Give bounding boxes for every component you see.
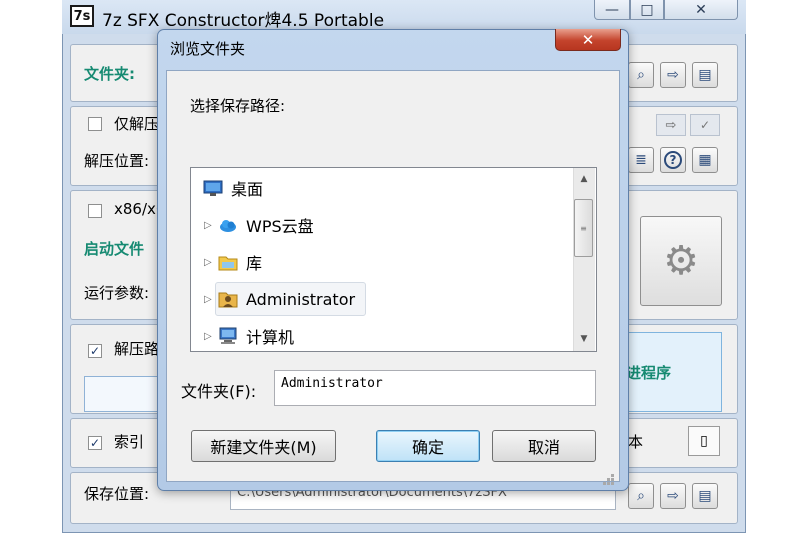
list-button[interactable]: ≣ (628, 147, 654, 173)
tree-item-label: 库 (246, 254, 263, 273)
folder-label: 文件夹: (84, 65, 135, 83)
search-folder-icon: ⌕ (637, 67, 645, 83)
save-arrow-button[interactable]: ⇨ (660, 483, 686, 509)
browse-folder-button[interactable]: ⌕ (628, 62, 654, 88)
folder-field-input[interactable]: Administrator (274, 370, 596, 406)
tree-item-administrator[interactable]: Administrator (218, 285, 355, 313)
grid-icon: ▦ (698, 152, 712, 168)
gears-icon: ⚙ (663, 238, 699, 284)
expand-arrow-icon[interactable]: ▷ (204, 331, 212, 342)
library-icon (218, 253, 238, 271)
save-open-button[interactable]: ▤ (692, 483, 718, 509)
scroll-down-arrow-icon[interactable]: ▼ (573, 329, 595, 349)
tree-item-label: 桌面 (231, 180, 264, 199)
run-params-label: 运行参数: (84, 284, 150, 302)
arch-checkbox[interactable] (88, 204, 102, 218)
ok-button[interactable]: 确定 (376, 430, 480, 462)
scroll-up-arrow-icon[interactable]: ▲ (573, 169, 595, 189)
user-folder-icon (218, 290, 238, 308)
extract-only-label: 仅解压 (114, 115, 160, 133)
folder-icon: ▤ (698, 67, 712, 83)
confirm-small-button[interactable]: ✓ (690, 114, 720, 136)
tree-item-desktop[interactable]: 桌面 (203, 174, 263, 202)
tree-item-computer[interactable]: 计算机 (218, 322, 294, 350)
tree-item-library[interactable]: 库 (218, 248, 262, 276)
arrow-right-icon: ⇨ (665, 117, 677, 133)
main-close-button[interactable]: ✕ (664, 0, 738, 20)
tree-item-label: Administrator (246, 289, 356, 309)
program-files-button[interactable]: ▦ (692, 147, 718, 173)
folder-field-label: 文件夹(F): (181, 382, 257, 401)
dialog-close-button[interactable]: ✕ (555, 29, 621, 51)
expand-arrow-icon[interactable]: ▷ (204, 294, 212, 305)
desktop-icon (203, 179, 223, 197)
save-location-label: 保存位置: (84, 485, 150, 503)
arrow-right-icon: ⇨ (667, 67, 679, 83)
tree-scrollbar[interactable] (573, 168, 595, 351)
index-checkbox[interactable]: ✓ (88, 436, 102, 450)
launch-file-label: 启动文件 (84, 240, 145, 258)
text-label: 本 (628, 433, 644, 451)
extract-after-label: 解压路 (114, 340, 160, 358)
folder-icon: ▤ (698, 488, 712, 504)
save-browse-button[interactable]: ⌕ (628, 483, 654, 509)
expand-arrow-icon[interactable]: ▷ (204, 257, 212, 268)
extract-location-label: 解压位置: (84, 152, 150, 170)
new-folder-button[interactable]: 新建文件夹(M) (191, 430, 336, 462)
settings-button[interactable]: ⚙ (640, 216, 722, 306)
tree-item-wps-cloud[interactable]: WPS云盘 (218, 211, 314, 239)
arrow-right-icon: ⇨ (667, 488, 679, 504)
help-button[interactable]: ? (660, 147, 686, 173)
expand-arrow-icon[interactable]: ▷ (204, 220, 212, 231)
extract-only-checkbox[interactable] (88, 117, 102, 131)
check-circle-icon: ✓ (699, 118, 711, 132)
app-logo-icon: 7s (70, 5, 94, 27)
open-folder-button[interactable]: ▤ (692, 62, 718, 88)
dialog-prompt: 选择保存路径: (190, 97, 286, 115)
text-file-button[interactable]: ▯ (688, 426, 720, 456)
minimize-button[interactable]: — (594, 0, 630, 20)
index-label: 索引 (114, 433, 145, 451)
scroll-thumb[interactable]: ≡ (574, 199, 593, 257)
dialog-title: 浏览文件夹 (170, 40, 246, 58)
main-window-title: 7z SFX Constructor焷4.5 Portable (102, 11, 385, 31)
tree-item-label: WPS云盘 (246, 217, 314, 236)
list-icon: ≣ (635, 152, 647, 168)
computer-icon (218, 327, 238, 345)
search-folder-icon: ⌕ (637, 488, 645, 504)
maximize-button[interactable]: □ (630, 0, 664, 20)
tree-item-label: 计算机 (246, 328, 295, 347)
help-icon: ? (664, 151, 682, 169)
program-label: 进程序 (626, 364, 672, 382)
next-arrow-button[interactable]: ⇨ (656, 114, 686, 136)
add-arrow-button[interactable]: ⇨ (660, 62, 686, 88)
document-icon: ▯ (700, 433, 708, 449)
extract-after-checkbox[interactable]: ✓ (88, 344, 102, 358)
cancel-button[interactable]: 取消 (492, 430, 596, 462)
cloud-icon (218, 216, 238, 234)
